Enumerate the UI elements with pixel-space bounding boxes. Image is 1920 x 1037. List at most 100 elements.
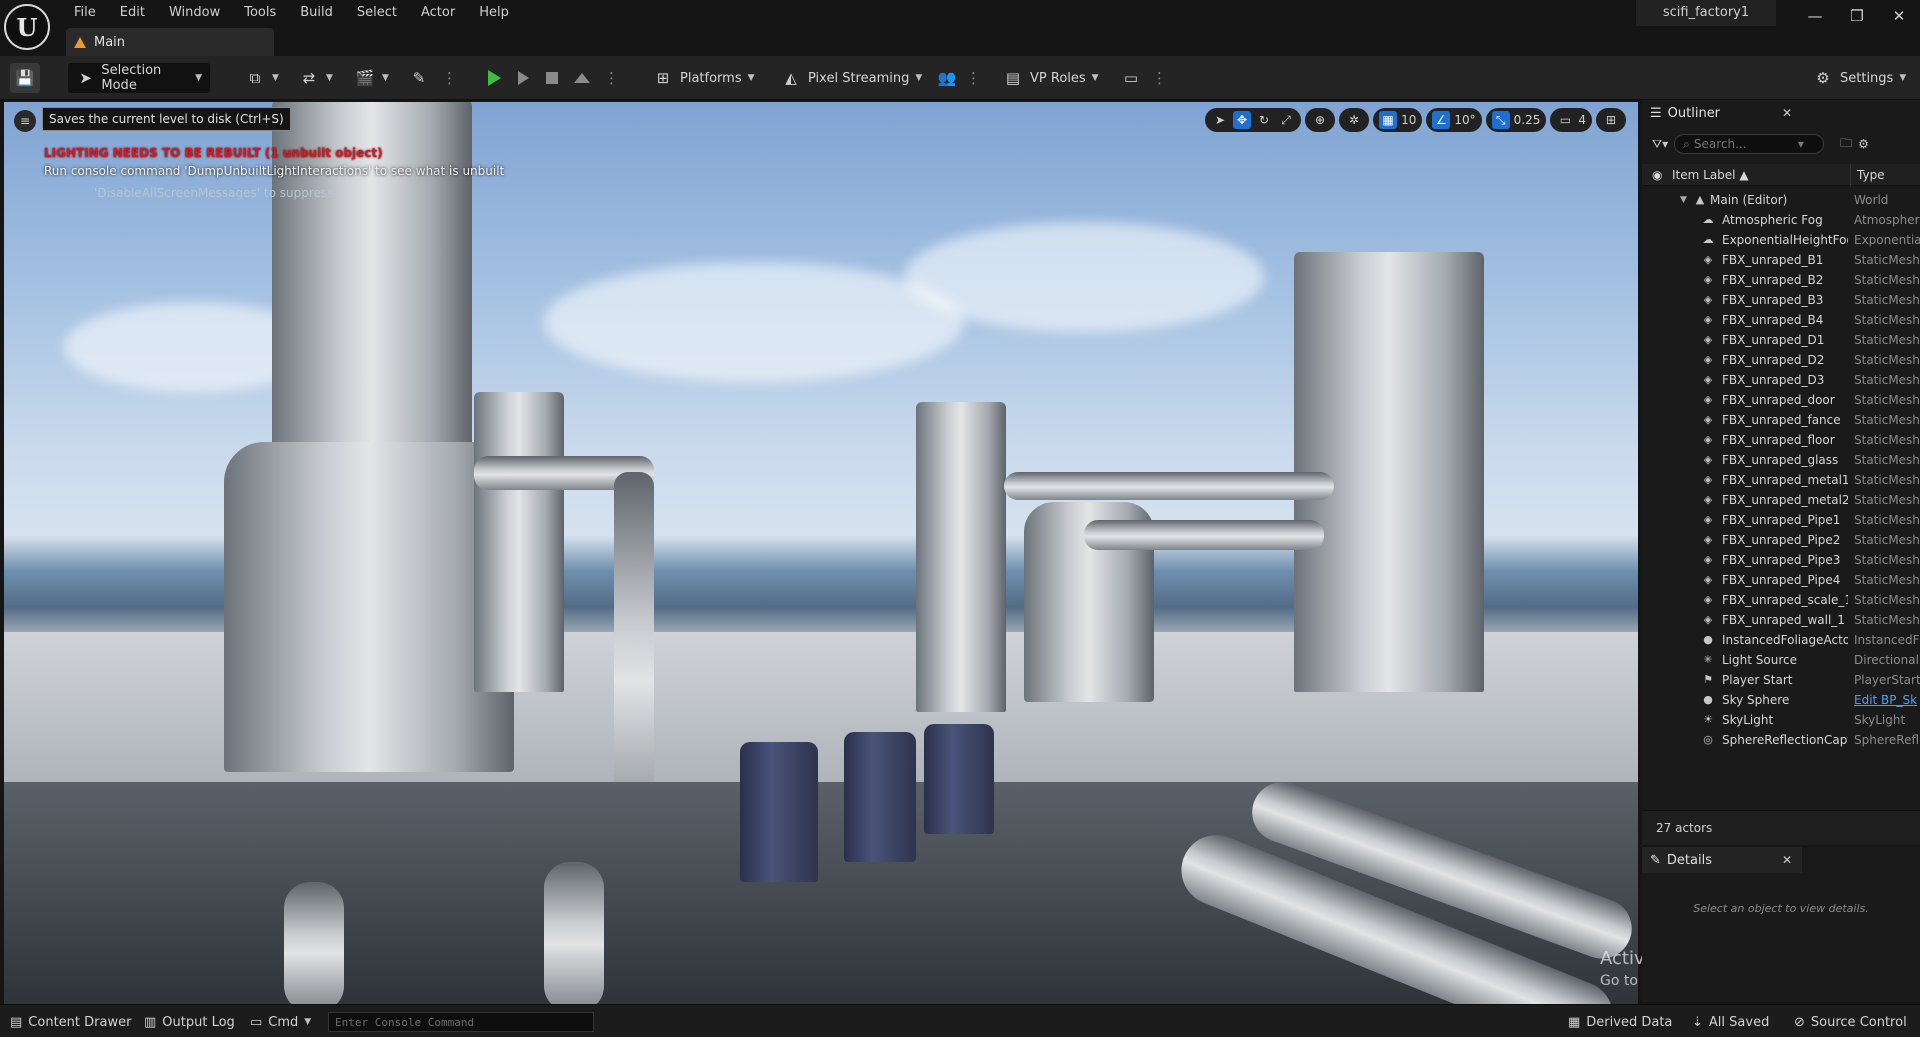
outliner-item[interactable]: ⚑ Player Start PlayerStart (1642, 670, 1920, 690)
outliner-item[interactable]: ◈ FBX_unraped_Pipe1 StaticMesh (1642, 510, 1920, 530)
select-tool-icon[interactable]: ➤ (1211, 111, 1229, 129)
expand-arrow-icon[interactable]: ▼ (1680, 190, 1687, 210)
blueprints-button[interactable]: ⇄ ▼ (298, 63, 333, 93)
toolbar-options-4[interactable]: ⋮ (1152, 63, 1167, 93)
outliner-item[interactable]: ◈ FBX_unraped_B2 StaticMesh (1642, 270, 1920, 290)
menu-file[interactable]: File (62, 3, 108, 23)
close-icon[interactable]: ✕ (1782, 106, 1792, 120)
level-tab-main[interactable]: Main (66, 28, 274, 56)
content-drawer-button[interactable]: ▤ Content Drawer (10, 1013, 131, 1031)
cmd-dropdown[interactable]: ▭ Cmd ▼ (250, 1013, 311, 1031)
toolbar-options-3[interactable]: ⋮ (966, 63, 981, 93)
derived-data-icon: ▦ (1568, 1014, 1581, 1030)
pixel-streaming-dropdown[interactable]: ◭ Pixel Streaming ▼ (780, 63, 922, 93)
outliner-search-input[interactable] (1693, 137, 1794, 151)
world-local-toggle[interactable]: ⊕ (1305, 108, 1336, 132)
outliner-item[interactable]: ◈ FBX_unraped_B3 StaticMesh (1642, 290, 1920, 310)
platforms-dropdown[interactable]: ⊞ Platforms ▼ (652, 63, 755, 93)
outliner-item[interactable]: ✳ Light Source Directional (1642, 650, 1920, 670)
toolbar-options-1[interactable]: ⋮ (442, 63, 457, 93)
menu-help[interactable]: Help (467, 3, 521, 23)
outliner-item[interactable]: ◈ FBX_unraped_metal2 StaticMesh (1642, 490, 1920, 510)
viewport-menu-button[interactable]: ≡ (14, 110, 36, 132)
chevron-down-icon[interactable]: ▾ (1798, 137, 1804, 151)
scene-tank (924, 724, 994, 834)
outliner-item[interactable]: ◈ FBX_unraped_Pipe4 StaticMesh (1642, 570, 1920, 590)
menu-edit[interactable]: Edit (108, 3, 157, 23)
modeling-button[interactable]: ✎ (408, 63, 430, 93)
add-actor-button[interactable]: ⧉ ▼ (244, 63, 279, 93)
menu-window[interactable]: Window (157, 3, 232, 23)
outliner-item[interactable]: ◈ FBX_unraped_metal1 StaticMesh (1642, 470, 1920, 490)
details-tab[interactable]: ✎ Details (1642, 847, 1802, 873)
outliner-item[interactable]: ◈ FBX_unraped_Pipe3 StaticMesh (1642, 550, 1920, 570)
vp-roles-dropdown[interactable]: ▤ VP Roles ▼ (1002, 63, 1099, 93)
column-type[interactable]: Type (1850, 163, 1885, 186)
rotate-tool-icon[interactable]: ↻ (1255, 111, 1273, 129)
multi-user-button[interactable]: 👥 (936, 63, 958, 93)
outliner-item[interactable]: ● InstancedFoliageActor InstancedF (1642, 630, 1920, 650)
toolbar-options-2[interactable]: ⋮ (604, 63, 619, 93)
chevron-down-icon: ▼ (1091, 73, 1099, 83)
column-item-label[interactable]: Item Label ▲ (1672, 168, 1749, 182)
outliner-item[interactable]: ◈ FBX_unraped_glass StaticMesh (1642, 450, 1920, 470)
surface-snap-toggle[interactable]: ✲ (1339, 108, 1370, 132)
stop-button[interactable] (546, 63, 558, 93)
outliner-item[interactable]: ◈ FBX_unraped_scale_1 StaticMesh (1642, 590, 1920, 610)
add-folder-icon[interactable]: 🗀 (1840, 134, 1852, 155)
outliner-item[interactable]: ◈ FBX_unraped_floor StaticMesh (1642, 430, 1920, 450)
outliner-item[interactable]: ◈ FBX_unraped_Pipe2 StaticMesh (1642, 530, 1920, 550)
grid-snap[interactable]: ▦ 10 (1373, 108, 1423, 132)
grid-icon: ▦ (1379, 111, 1398, 129)
viewport-layout-button[interactable]: ⊞ (1596, 108, 1626, 132)
settings-dropdown[interactable]: ⚙ Settings ▼ (1812, 63, 1906, 93)
all-saved-button[interactable]: ⇣ All Saved (1692, 1013, 1769, 1031)
outliner-item[interactable]: ◈ FBX_unraped_D3 StaticMesh (1642, 370, 1920, 390)
close-icon[interactable]: ✕ (1782, 853, 1792, 867)
outliner-item[interactable]: ◈ FBX_unraped_D2 StaticMesh (1642, 350, 1920, 370)
outliner-item[interactable]: ☁ Atmospheric Fog Atmospher (1642, 210, 1920, 230)
outliner-search-box[interactable]: ⌕ ▾ (1674, 134, 1825, 154)
scale-snap[interactable]: ⤡ 0.25 (1485, 108, 1547, 132)
menu-actor[interactable]: Actor (409, 3, 467, 23)
translate-tool-icon[interactable]: ✥ (1233, 111, 1252, 129)
gear-icon[interactable]: ⚙ (1858, 137, 1869, 151)
outliner-item[interactable]: ◈ FBX_unraped_fance StaticMesh (1642, 410, 1920, 430)
outliner-item[interactable]: ☀ SkyLight SkyLight (1642, 710, 1920, 730)
outliner-item[interactable]: ◎ SphereReflectionCapture SphereRefl (1642, 730, 1920, 750)
vr-button[interactable]: ▭ (1120, 63, 1142, 93)
cinematics-button[interactable]: 🎬 ▼ (354, 63, 389, 93)
camera-speed[interactable]: ▭ 4 (1550, 108, 1592, 132)
console-command-input[interactable] (328, 1012, 594, 1032)
actor-type-icon: ☀ (1703, 713, 1713, 726)
outliner-item[interactable]: ◈ FBX_unraped_wall_1 StaticMesh (1642, 610, 1920, 630)
outliner-item[interactable]: ◈ FBX_unraped_D1 StaticMesh (1642, 330, 1920, 350)
selection-mode-dropdown[interactable]: ➤ Selection Mode ▼ (68, 63, 210, 93)
scale-tool-icon[interactable]: ⤢ (1277, 111, 1295, 129)
unreal-logo-icon[interactable]: U (4, 4, 50, 50)
outliner-item-type: StaticMesh (1854, 593, 1920, 607)
outliner-root-row[interactable]: ▼ ▲ Main (Editor) World (1642, 190, 1920, 210)
eye-icon[interactable]: ◉ (1652, 168, 1662, 182)
advance-frame-button[interactable] (518, 63, 529, 93)
save-button[interactable]: 💾 (10, 63, 40, 93)
source-control-button[interactable]: ⊘ Source Control (1794, 1013, 1907, 1031)
outliner-item[interactable]: ◈ FBX_unraped_B1 StaticMesh (1642, 250, 1920, 270)
filter-icon[interactable]: ⛛▾ (1652, 137, 1668, 152)
outliner-item[interactable]: ☁ ExponentialHeightFog Exponentia (1642, 230, 1920, 250)
outliner-tab[interactable]: ☰ Outliner (1642, 100, 1802, 126)
outliner-item[interactable]: ◈ FBX_unraped_door StaticMesh (1642, 390, 1920, 410)
output-log-button[interactable]: ▥ Output Log (144, 1013, 235, 1031)
rotation-snap[interactable]: ∠ 10° (1426, 108, 1482, 132)
outliner-item[interactable]: ● Sky Sphere Edit BP_Sk (1642, 690, 1920, 710)
outliner-item[interactable]: ◈ FBX_unraped_B4 StaticMesh (1642, 310, 1920, 330)
derived-data-button[interactable]: ▦ Derived Data (1568, 1013, 1672, 1031)
level-viewport[interactable]: ≡ Saves the current level to disk (Ctrl+… (4, 102, 1638, 1004)
edit-blueprint-link[interactable]: Edit BP_Sk (1854, 690, 1917, 710)
menu-select[interactable]: Select (345, 3, 409, 23)
play-button[interactable] (488, 63, 501, 93)
grid-snap-value: 10 (1401, 113, 1417, 127)
eject-button[interactable] (574, 63, 590, 93)
menu-tools[interactable]: Tools (232, 3, 288, 23)
menu-build[interactable]: Build (288, 3, 345, 23)
